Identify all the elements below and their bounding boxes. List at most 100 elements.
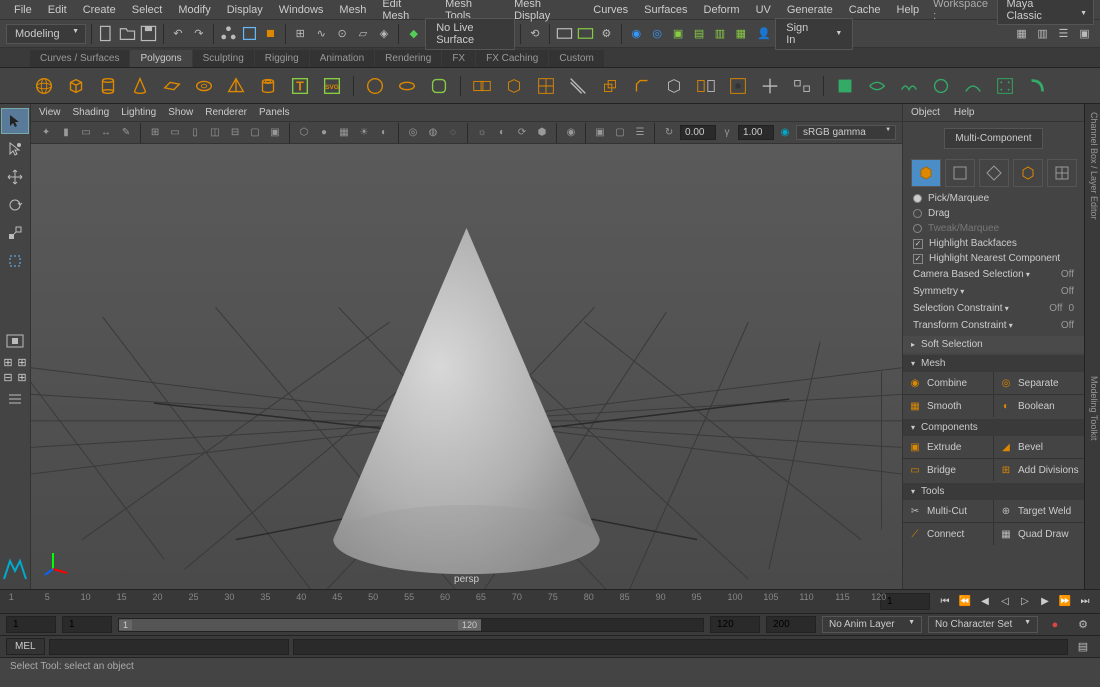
poly-superellipse-icon[interactable] [425, 72, 453, 100]
highlight-nearest-check[interactable]: ✓Highlight Nearest Component [903, 251, 1084, 266]
vp-field-chart-icon[interactable]: ⊟ [226, 124, 244, 142]
no-live-surface-button[interactable]: No Live Surface [425, 18, 514, 50]
collapse-icon[interactable] [756, 72, 784, 100]
components-section-header[interactable]: Components [903, 419, 1084, 436]
panel-3-icon[interactable]: ▥ [710, 23, 729, 45]
poly-torus-icon[interactable] [190, 72, 218, 100]
move-tool[interactable] [1, 164, 29, 190]
step-fwd-icon[interactable]: ▶ [1036, 593, 1054, 611]
shelf-tab-sculpting[interactable]: Sculpting [193, 50, 254, 67]
menu-curves[interactable]: Curves [585, 1, 636, 19]
range-start-field[interactable] [62, 616, 112, 633]
select-component-icon[interactable] [261, 23, 280, 45]
poly-type-icon[interactable]: T [286, 72, 314, 100]
panel-2-icon[interactable]: ▤ [690, 23, 709, 45]
step-back-icon[interactable]: ◀ [976, 593, 994, 611]
vp-gamma-field[interactable] [738, 125, 774, 140]
boolean-button[interactable]: ◐Boolean [994, 395, 1084, 417]
vp-menu-view[interactable]: View [39, 107, 61, 118]
step-fwd-key-icon[interactable]: ⏩ [1056, 593, 1074, 611]
snap-grid-icon[interactable]: ⊞ [291, 23, 310, 45]
hypershade-icon[interactable]: ◉ [627, 23, 646, 45]
vp-menu-lighting[interactable]: Lighting [121, 107, 156, 118]
workspace-dropdown[interactable]: Maya Classic [997, 0, 1094, 25]
menu-help[interactable]: Help [889, 1, 928, 19]
bevel-icon[interactable] [628, 72, 656, 100]
vp-xray-joints-icon[interactable]: ◌ [444, 124, 462, 142]
vp-wireframe-icon[interactable]: ⬡ [295, 124, 313, 142]
toggle-attr-icon[interactable]: ☰ [1054, 23, 1073, 45]
sculpt-1-icon[interactable] [831, 72, 859, 100]
auto-key-icon[interactable]: ● [1044, 614, 1066, 636]
vp-aa-icon[interactable]: ⬢ [533, 124, 551, 142]
vp-show-poly-icon[interactable]: ▢ [611, 124, 629, 142]
uv-mode-button[interactable] [1047, 159, 1077, 187]
render-frame-icon[interactable] [555, 23, 574, 45]
poly-svg-icon[interactable]: SVG [318, 72, 346, 100]
poly-disc-icon[interactable] [393, 72, 421, 100]
vp-smooth-shade-icon[interactable]: ● [315, 124, 333, 142]
menu-uv[interactable]: UV [748, 1, 779, 19]
sculpt-5-icon[interactable] [959, 72, 987, 100]
tools-section-header[interactable]: Tools [903, 483, 1084, 500]
multi-component-button[interactable]: Multi-Component [944, 128, 1042, 149]
current-frame-field[interactable] [880, 593, 930, 610]
open-scene-icon[interactable] [118, 23, 137, 45]
quad-draw-button[interactable]: ▦Quad Draw [994, 523, 1084, 545]
shelf-tab-custom[interactable]: Custom [549, 50, 603, 67]
go-start-icon[interactable]: ⏮ [936, 593, 954, 611]
smooth-button[interactable]: ▦Smooth [903, 395, 993, 417]
range-slider-track[interactable]: 1120 [118, 618, 704, 632]
vp-gamma-reset-icon[interactable]: γ [718, 124, 736, 142]
play-back-icon[interactable]: ◁ [996, 593, 1014, 611]
shelf-tab-curves[interactable]: Curves / Surfaces [30, 50, 129, 67]
vp-res-gate-icon[interactable]: ▯ [186, 124, 204, 142]
selection-constraint-dropdown[interactable]: Selection Constraint [913, 303, 1043, 314]
menu-generate[interactable]: Generate [779, 1, 841, 19]
sculpt-7-icon[interactable] [1023, 72, 1051, 100]
extrude-icon[interactable] [596, 72, 624, 100]
rotate-tool[interactable] [1, 192, 29, 218]
vp-menu-show[interactable]: Show [168, 107, 193, 118]
highlight-backfaces-check[interactable]: ✓Highlight Backfaces [903, 236, 1084, 251]
vp-gate-mask-icon[interactable]: ◫ [206, 124, 224, 142]
vp-grid-icon[interactable]: ⊞ [146, 124, 164, 142]
rp-menu-help[interactable]: Help [954, 107, 975, 118]
layout-grid-4-icon[interactable]: ⊞ [16, 371, 29, 384]
quad-draw-icon[interactable] [788, 72, 816, 100]
go-end-icon[interactable]: ⏭ [1076, 593, 1094, 611]
panel-1-icon[interactable]: ▣ [669, 23, 688, 45]
sculpt-4-icon[interactable] [927, 72, 955, 100]
poly-sphere-icon[interactable] [30, 72, 58, 100]
extrude-button[interactable]: ▣Extrude [903, 436, 993, 458]
face-mode-button[interactable] [1013, 159, 1043, 187]
shelf-tab-rendering[interactable]: Rendering [375, 50, 441, 67]
sign-in-button[interactable]: Sign In▼ [775, 18, 853, 50]
vp-safe-title-icon[interactable]: ▣ [266, 124, 284, 142]
vp-view-transform-dropdown[interactable]: sRGB gamma [796, 125, 896, 140]
channel-box-tab[interactable]: Channel Box / Layer Editor [1084, 104, 1100, 228]
lasso-tool[interactable] [1, 136, 29, 162]
bridge-icon[interactable] [660, 72, 688, 100]
poly-platonic-icon[interactable] [361, 72, 389, 100]
bevel-button[interactable]: ◢Bevel [994, 436, 1084, 458]
poly-cube-icon[interactable] [62, 72, 90, 100]
vp-show-all-icon[interactable]: ▣ [591, 124, 609, 142]
script-lang-button[interactable]: MEL [6, 638, 45, 655]
save-scene-icon[interactable] [139, 23, 158, 45]
time-slider[interactable]: 1510152025303540455055606570758085909510… [0, 589, 1100, 613]
redo-icon[interactable]: ↷ [189, 23, 208, 45]
vp-menu-shading[interactable]: Shading [73, 107, 110, 118]
range-end-field[interactable] [710, 616, 760, 633]
step-back-key-icon[interactable]: ⏪ [956, 593, 974, 611]
combine-button[interactable]: ◉Combine [903, 372, 993, 394]
time-ruler[interactable]: 1510152025303540455055606570758085909510… [0, 590, 880, 613]
ipr-render-icon[interactable] [576, 23, 595, 45]
vp-show-curve-icon[interactable]: ☰ [631, 124, 649, 142]
menu-mesh-display[interactable]: Mesh Display [506, 0, 585, 25]
vertex-mode-button[interactable] [945, 159, 975, 187]
pick-marquee-radio[interactable]: Pick/Marquee [903, 191, 1084, 206]
undo-icon[interactable]: ↶ [168, 23, 187, 45]
menu-mesh[interactable]: Mesh [331, 1, 374, 19]
outliner-icon[interactable] [1, 386, 29, 412]
